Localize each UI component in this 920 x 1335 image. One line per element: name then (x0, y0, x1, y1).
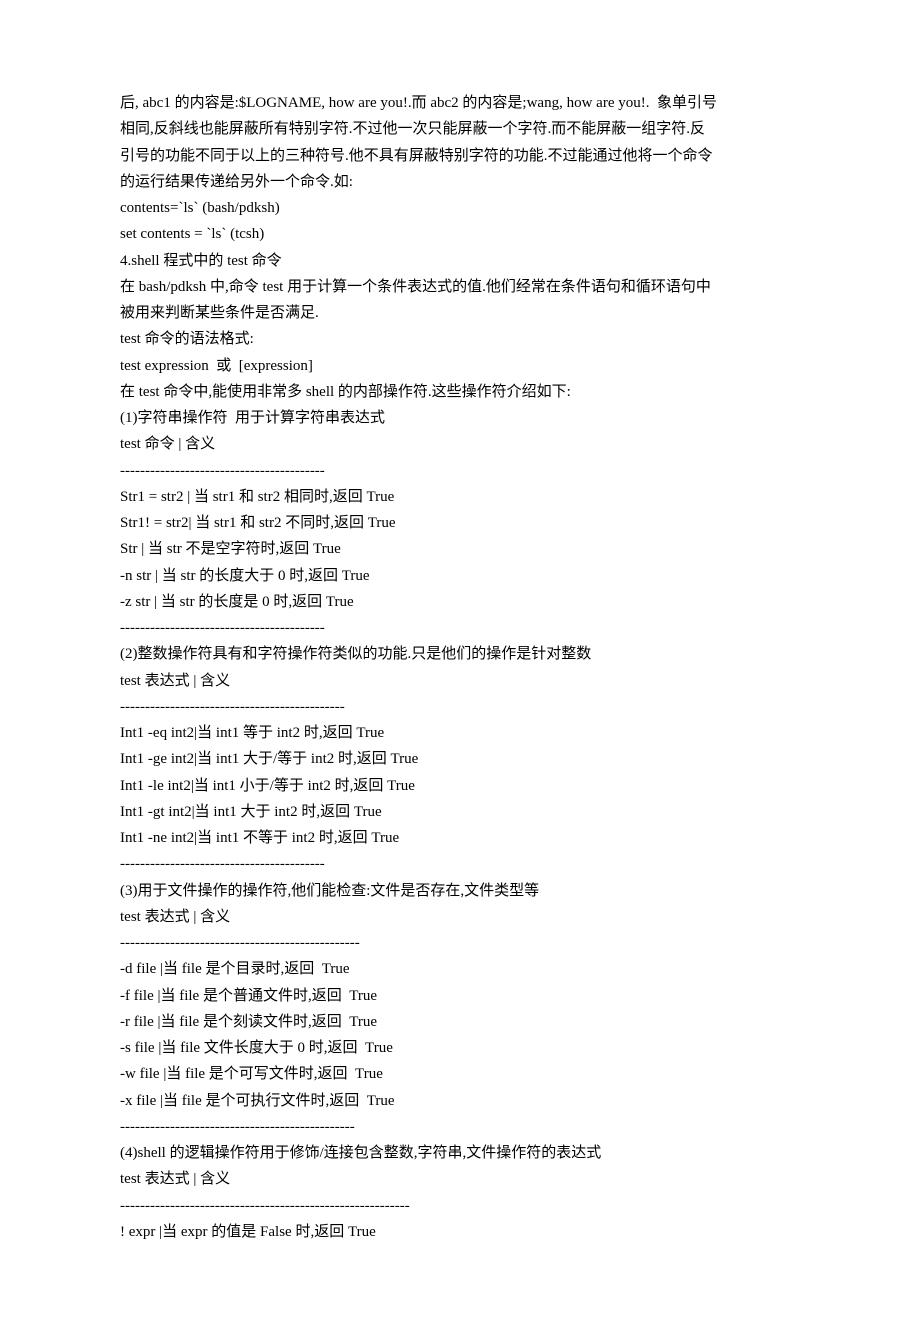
text-line: test 命令的语法格式: (120, 326, 800, 352)
text-line: test 命令 | 含义 (120, 431, 800, 457)
text-line: 4.shell 程式中的 test 命令 (120, 248, 800, 274)
text-line: set contents = `ls` (tcsh) (120, 221, 800, 247)
text-line: -w file |当 file 是个可写文件时,返回 True (120, 1061, 800, 1087)
text-line: Str | 当 str 不是空字符时,返回 True (120, 536, 800, 562)
document-page: 后, abc1 的内容是:$LOGNAME, how are you!.而 ab… (0, 0, 920, 1335)
text-line: Str1 = str2 | 当 str1 和 str2 相同时,返回 True (120, 484, 800, 510)
text-line: 的运行结果传递给另外一个命令.如: (120, 169, 800, 195)
text-line: (3)用于文件操作的操作符,他们能检查:文件是否存在,文件类型等 (120, 878, 800, 904)
text-line: (1)字符串操作符 用于计算字符串表达式 (120, 405, 800, 431)
text-line: (2)整数操作符具有和字符操作符类似的功能.只是他们的操作是针对整数 (120, 641, 800, 667)
text-line: test expression 或 [expression] (120, 353, 800, 379)
text-line: 被用来判断某些条件是否满足. (120, 300, 800, 326)
text-line: -f file |当 file 是个普通文件时,返回 True (120, 983, 800, 1009)
text-line: ----------------------------------------… (120, 1193, 800, 1219)
text-line: -z str | 当 str 的长度是 0 时,返回 True (120, 589, 800, 615)
text-line: -r file |当 file 是个刻读文件时,返回 True (120, 1009, 800, 1035)
text-line: test 表达式 | 含义 (120, 1166, 800, 1192)
text-line: Int1 -gt int2|当 int1 大于 int2 时,返回 True (120, 799, 800, 825)
text-line: 相同,反斜线也能屏蔽所有特别字符.不过他一次只能屏蔽一个字符.而不能屏蔽一组字符… (120, 116, 800, 142)
text-line: 后, abc1 的内容是:$LOGNAME, how are you!.而 ab… (120, 90, 800, 116)
text-line: ----------------------------------------… (120, 458, 800, 484)
text-line: test 表达式 | 含义 (120, 668, 800, 694)
text-line: -x file |当 file 是个可执行文件时,返回 True (120, 1088, 800, 1114)
text-line: contents=`ls` (bash/pdksh) (120, 195, 800, 221)
text-line: test 表达式 | 含义 (120, 904, 800, 930)
text-line: -s file |当 file 文件长度大于 0 时,返回 True (120, 1035, 800, 1061)
text-line: ----------------------------------------… (120, 930, 800, 956)
text-line: ----------------------------------------… (120, 1114, 800, 1140)
text-line: (4)shell 的逻辑操作符用于修饰/连接包含整数,字符串,文件操作符的表达式 (120, 1140, 800, 1166)
text-line: -n str | 当 str 的长度大于 0 时,返回 True (120, 563, 800, 589)
text-line: -d file |当 file 是个目录时,返回 True (120, 956, 800, 982)
text-line: Int1 -eq int2|当 int1 等于 int2 时,返回 True (120, 720, 800, 746)
text-line: ----------------------------------------… (120, 615, 800, 641)
text-line: ----------------------------------------… (120, 851, 800, 877)
text-line: 在 bash/pdksh 中,命令 test 用于计算一个条件表达式的值.他们经… (120, 274, 800, 300)
text-line: 引号的功能不同于以上的三种符号.他不具有屏蔽特别字符的功能.不过能通过他将一个命… (120, 143, 800, 169)
text-line: ! expr |当 expr 的值是 False 时,返回 True (120, 1219, 800, 1245)
text-line: Int1 -ge int2|当 int1 大于/等于 int2 时,返回 Tru… (120, 746, 800, 772)
text-line: Str1! = str2| 当 str1 和 str2 不同时,返回 True (120, 510, 800, 536)
text-line: ----------------------------------------… (120, 694, 800, 720)
text-line: Int1 -ne int2|当 int1 不等于 int2 时,返回 True (120, 825, 800, 851)
text-line: Int1 -le int2|当 int1 小于/等于 int2 时,返回 Tru… (120, 773, 800, 799)
text-line: 在 test 命令中,能使用非常多 shell 的内部操作符.这些操作符介绍如下… (120, 379, 800, 405)
